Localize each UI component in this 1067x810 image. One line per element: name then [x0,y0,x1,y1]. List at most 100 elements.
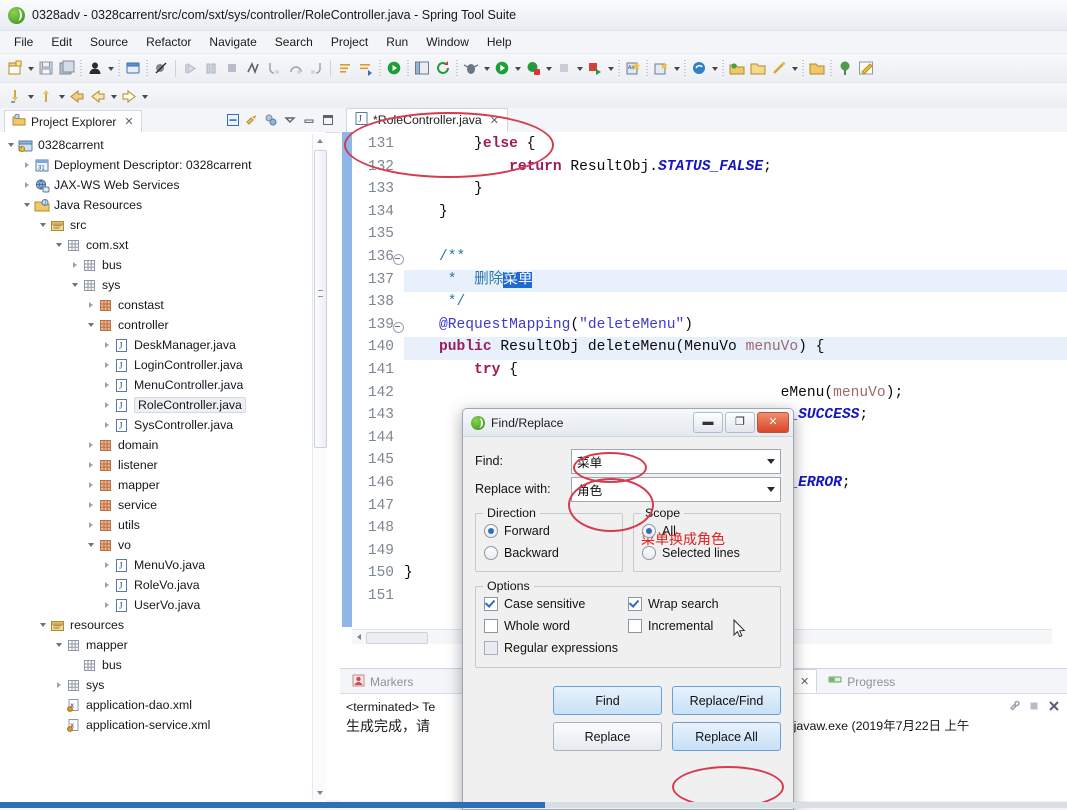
tree-item[interactable]: 31 Deployment Descriptor: 0328carrent [0,155,326,175]
replace-all-button[interactable]: Replace All [672,722,781,751]
tree-item[interactable]: bus [0,255,326,275]
disconnect-icon[interactable] [243,58,263,78]
tree-item[interactable]: J RoleController.java [0,395,326,415]
tree-item[interactable]: bus [0,655,326,675]
spring-bean-dropdown[interactable] [710,58,719,78]
tree-item[interactable]: controller [0,315,326,335]
chevron-down-icon[interactable] [767,486,775,492]
checkbox-icon[interactable] [484,641,498,655]
maximize-icon[interactable]: ❐ [725,412,755,433]
tree-item[interactable]: J MenuController.java [0,375,326,395]
scroll-up-icon[interactable] [313,134,326,148]
tree-item[interactable]: J UserVo.java [0,595,326,615]
previous-annotation-icon[interactable] [356,58,376,78]
pin-icon[interactable] [835,58,855,78]
radio-backward[interactable]: Backward [484,542,614,564]
tab-project-explorer[interactable]: Project Explorer ✕ [4,110,142,132]
checkbox-icon[interactable] [484,597,498,611]
new-java-class-icon[interactable]: Aa [623,58,643,78]
link-icon[interactable] [1005,697,1022,714]
chevron-down-icon[interactable] [68,275,81,295]
chevron-right-icon[interactable] [84,295,97,315]
tree-item[interactable]: J RoleVo.java [0,575,326,595]
person-icon[interactable] [85,58,105,78]
scrollbar-thumb[interactable] [314,150,327,448]
tab-markers[interactable]: Markers [345,671,420,693]
chevron-right-icon[interactable] [100,555,113,575]
tree-item[interactable]: listener [0,455,326,475]
collapse-all-icon[interactable] [224,112,241,129]
find-input[interactable] [572,449,780,473]
radio-all[interactable]: All [642,520,772,542]
previous-edit-dropdown[interactable] [57,86,66,106]
radio-icon[interactable] [642,524,656,538]
step-into-icon[interactable] [264,58,284,78]
open-type-icon[interactable] [727,58,747,78]
backward-history-icon[interactable] [88,86,108,106]
spring-bean-icon[interactable] [689,58,709,78]
run-dropdown[interactable] [513,58,522,78]
run-server-icon[interactable] [384,58,404,78]
suspend-icon[interactable] [201,58,221,78]
run-last-dropdown[interactable] [606,58,615,78]
stop-dropdown[interactable] [575,58,584,78]
find-button[interactable]: Find [553,686,662,715]
checkbox-icon[interactable] [628,597,642,611]
forward-dropdown[interactable] [140,86,149,106]
checkbox-incremental[interactable]: Incremental [628,615,772,637]
add-bookmark-icon[interactable] [5,86,25,106]
replace-find-button[interactable]: Replace/Find [672,686,781,715]
forward-icon[interactable] [119,86,139,106]
replace-button[interactable]: Replace [553,722,662,751]
chevron-right-icon[interactable] [52,675,65,695]
checkbox-wrap-search[interactable]: Wrap search [628,593,772,615]
tab-rolecontroller-java[interactable]: J *RoleController.java ✕ [346,108,508,132]
h-scrollbar-thumb[interactable] [366,632,428,644]
chevron-down-icon[interactable] [84,535,97,555]
person-dropdown[interactable] [106,58,115,78]
tree-item[interactable]: sys [0,275,326,295]
minimize-icon[interactable] [300,112,317,129]
search-dropdown[interactable] [790,58,799,78]
chevron-down-icon[interactable] [20,195,33,215]
chevron-down-icon[interactable] [36,215,49,235]
chevron-down-icon[interactable] [767,458,775,464]
resume-icon[interactable] [180,58,200,78]
bookmark-dropdown[interactable] [26,86,35,106]
chevron-right-icon[interactable] [100,415,113,435]
tree-item[interactable]: J Java Resources [0,195,326,215]
back-icon[interactable] [67,86,87,106]
new-package-icon[interactable] [651,58,671,78]
find-replace-dialog[interactable]: Find/Replace ▬ ❐ ✕ Find: Replace with: 菜… [462,408,794,810]
sidebar-scrollbar[interactable] [312,134,327,800]
view-filters-icon[interactable] [262,112,279,129]
tree-item[interactable]: mapper [0,475,326,495]
tree-item[interactable]: constast [0,295,326,315]
tree-item[interactable]: utils [0,515,326,535]
chevron-right-icon[interactable] [100,595,113,615]
backward-history-dropdown[interactable] [109,86,118,106]
scroll-left-icon[interactable] [352,630,365,644]
chevron-right-icon[interactable] [100,355,113,375]
replace-combo[interactable] [571,476,781,502]
chevron-right-icon[interactable] [100,575,113,595]
terminate-icon[interactable] [1025,697,1042,714]
open-resource-icon[interactable] [748,58,768,78]
terminate-icon[interactable] [222,58,242,78]
new-editor-icon[interactable] [856,58,876,78]
project-tree[interactable]: ! 0328carrent 31 Deployment Descriptor: 032… [0,132,326,803]
chevron-right-icon[interactable] [100,335,113,355]
chevron-right-icon[interactable] [100,375,113,395]
chevron-right-icon[interactable] [84,475,97,495]
save-icon[interactable] [36,58,56,78]
menu-source[interactable]: Source [82,33,136,51]
run-last-tool-icon[interactable] [585,58,605,78]
chevron-right-icon[interactable] [84,515,97,535]
chevron-down-icon[interactable] [52,635,65,655]
step-over-icon[interactable] [285,58,305,78]
radio-icon[interactable] [484,546,498,560]
fold-toggle-icon[interactable] [393,321,404,333]
scroll-down-icon[interactable] [313,786,326,800]
new-wizard-icon[interactable] [5,58,25,78]
tree-item[interactable]: ! 0328carrent [0,135,326,155]
